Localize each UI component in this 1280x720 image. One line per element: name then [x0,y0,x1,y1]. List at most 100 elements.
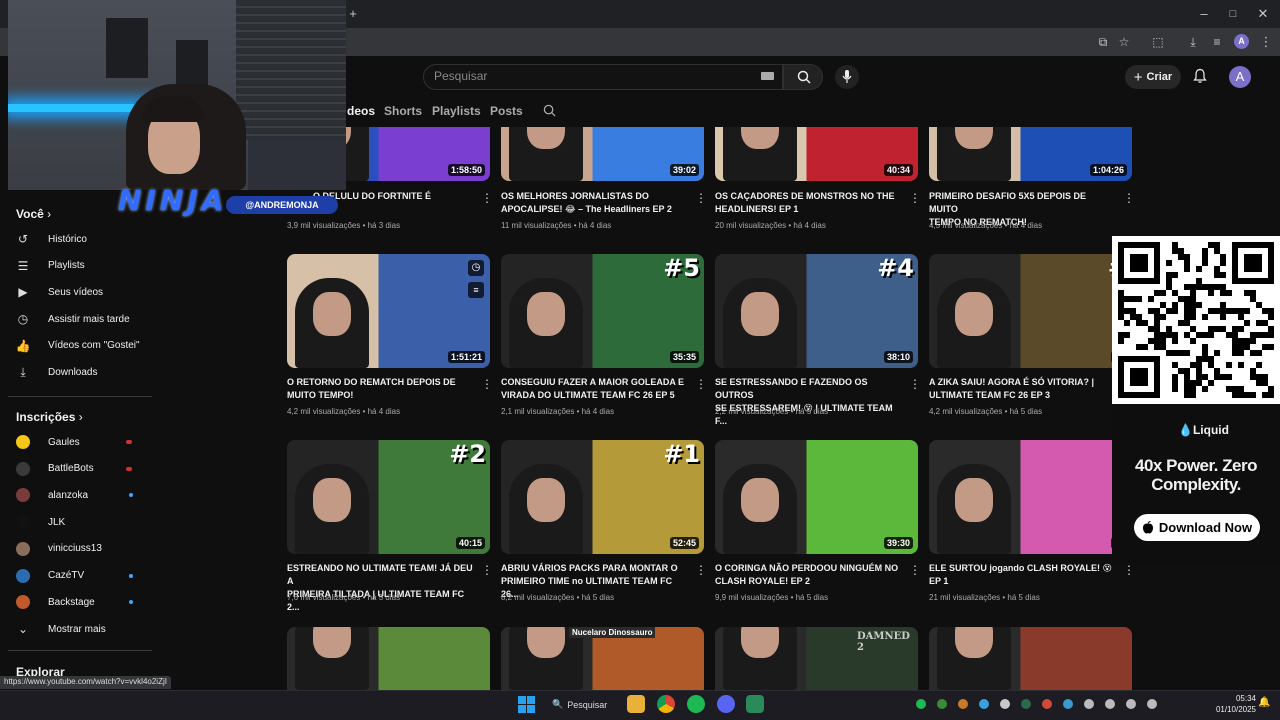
create-button[interactable]: + Criar [1125,65,1181,89]
tray-app-icon[interactable] [1042,699,1052,709]
more-actions-icon[interactable]: ⋮ [481,563,493,577]
sidebar-show-more[interactable]: ⌄ Mostrar mais [16,619,106,639]
tray-app-icon[interactable] [1126,699,1136,709]
taskbar-search[interactable]: 🔍 Pesquisar [552,695,614,714]
video-title[interactable]: OS CAÇADORES DE MONSTROS NO THE HEADLINER… [715,190,903,216]
sidebar-item-download[interactable]: ⤓ Downloads [16,363,97,383]
video-title[interactable]: O CORINGA NÃO PERDOOU NINGUÉM NO CLASH RO… [715,562,903,588]
notifications-bell-icon[interactable] [1192,68,1208,84]
video-title[interactable]: O RETORNO DO REMATCH DEPOIS DE MUITO TEMP… [287,376,475,402]
video-title[interactable]: SE ESTRESSANDO E FAZENDO OS OUTROS SE EST… [715,376,903,428]
video-duration: 39:30 [883,537,913,549]
more-actions-icon[interactable]: ⋮ [695,563,707,577]
video-title[interactable]: ESTREANDO NO ULTIMATE TEAM! JÁ DEU A PRIM… [287,562,475,614]
thumbnail-face [741,127,779,149]
tab-posts[interactable]: Posts [490,104,523,118]
account-avatar[interactable]: A [1229,66,1251,88]
thumbnail-rank: #4 [877,254,914,282]
more-actions-icon[interactable]: ⋮ [909,563,921,577]
tray-app-icon[interactable] [1147,699,1157,709]
sidebar-subscription[interactable]: CazéTV [16,566,84,586]
tab-shorts[interactable]: Shorts [384,104,422,118]
video-thumbnail[interactable]: #2 40:15 [287,440,490,554]
app-icon[interactable] [746,695,764,713]
sidebar-subscription[interactable]: JLK [16,512,65,532]
ad-download-button[interactable]: Download Now [1134,514,1260,541]
file-explorer-icon[interactable] [627,695,645,713]
video-thumbnail[interactable]: 39:02 [501,127,704,181]
video-title[interactable]: CONSEGUIU FAZER A MAIOR GOLEADA E VIRADA … [501,376,689,402]
browser-profile-avatar[interactable]: A [1234,34,1249,49]
sidebar-item-thumbs-up[interactable]: 👍 Vídeos com "Gostei" [16,336,140,356]
video-thumbnail[interactable]: #4 38:10 [715,254,918,368]
sidebar-item-clock[interactable]: ◷ Assistir mais tarde [16,309,130,329]
bookmark-star-icon[interactable]: ☆ [1113,31,1135,53]
sidebar-subscriptions-heading[interactable]: Inscrições › [16,410,83,424]
discord-icon[interactable] [717,695,735,713]
tab-videos[interactable]: deos [347,104,375,118]
video-thumbnail[interactable] [929,627,1132,690]
sidebar-item-playlist[interactable]: ☰ Playlists [16,256,85,276]
video-thumbnail[interactable]: 39:30 [715,440,918,554]
spotify-icon[interactable] [687,695,705,713]
video-thumbnail[interactable] [287,627,490,690]
more-actions-icon[interactable]: ⋮ [481,377,493,391]
taskbar-clock[interactable]: 05:34 01/10/2025 [1200,693,1256,715]
sidebar-item-video[interactable]: ▶ Seus vídeos [16,282,103,302]
sidebar-you-heading[interactable]: Você › [16,207,51,221]
add-to-queue-icon[interactable]: ≡ [468,282,484,298]
search-button[interactable] [783,64,823,90]
windows-start-icon[interactable] [518,696,535,713]
tray-app-icon[interactable] [979,699,989,709]
tray-app-icon[interactable] [958,699,968,709]
chrome-icon[interactable] [657,695,675,713]
tray-app-icon[interactable] [937,699,947,709]
video-thumbnail[interactable]: 1:04:26 [929,127,1132,181]
sidebar-subscription[interactable]: vinicciuss13 [16,539,102,559]
maximize-button[interactable]: □ [1222,3,1244,25]
install-app-icon[interactable]: ⧉ [1092,31,1114,53]
more-actions-icon[interactable]: ⋮ [909,377,921,391]
video-thumbnail[interactable]: #36 [929,254,1132,368]
sidebar-subscription[interactable]: alanzoka [16,485,88,505]
more-actions-icon[interactable]: ⋮ [1123,191,1135,205]
video-thumbnail[interactable]: 40:34 [715,127,918,181]
video-title[interactable]: OS MELHORES JORNALISTAS DO APOCALIPSE! 😂 … [501,190,689,216]
video-title[interactable]: A ZIKA SAIU! AGORA É SÓ VITORIA? | ULTIMA… [929,376,1117,402]
tray-app-icon[interactable] [1063,699,1073,709]
sidebar-subscription[interactable]: Backstage [16,592,95,612]
more-actions-icon[interactable]: ⋮ [695,377,707,391]
tray-app-icon[interactable] [1021,699,1031,709]
tray-app-icon[interactable] [1084,699,1094,709]
tray-app-icon[interactable] [1105,699,1115,709]
video-thumbnail[interactable]: #1 52:45 [501,440,704,554]
sidebar-subscription[interactable]: BattleBots [16,459,94,479]
voice-search-button[interactable] [835,65,859,89]
channel-search-icon[interactable] [543,104,556,117]
video-thumbnail[interactable]: Nucelaro Dinossauro [501,627,704,690]
extensions-icon[interactable]: ⬚ [1147,31,1169,53]
more-actions-icon[interactable]: ⋮ [1123,563,1135,577]
more-actions-icon[interactable]: ⋮ [481,191,493,205]
sidebar-item-history[interactable]: ↺ Histórico [16,229,87,249]
close-button[interactable]: ✕ [1252,3,1274,25]
more-actions-icon[interactable]: ⋮ [695,191,707,205]
video-thumbnail[interactable]: 37 [929,440,1132,554]
video-thumbnail[interactable]: 1:51:21 ◷ ≡ [287,254,490,368]
notifications-icon[interactable]: 🔔 [1258,697,1270,708]
keyboard-icon[interactable] [761,72,774,80]
minimize-button[interactable]: – [1193,3,1215,25]
tab-playlists[interactable]: Playlists [432,104,481,118]
tray-app-icon[interactable] [916,699,926,709]
watch-later-icon[interactable]: ◷ [468,260,484,276]
browser-menu-icon[interactable]: ⋮ [1255,31,1277,53]
media-controls-icon[interactable]: ≡ [1206,31,1228,53]
more-actions-icon[interactable]: ⋮ [909,191,921,205]
video-thumbnail[interactable]: DAMNED 2 [715,627,918,690]
sidebar-item-label: Assistir mais tarde [48,313,130,325]
downloads-icon[interactable]: ⤓ [1182,31,1204,53]
video-title[interactable]: ELE SURTOU jogando CLASH ROYALE! 😵 EP 1 [929,562,1117,588]
video-thumbnail[interactable]: #5 35:35 [501,254,704,368]
tray-app-icon[interactable] [1000,699,1010,709]
sidebar-subscription[interactable]: Gaules [16,432,80,452]
